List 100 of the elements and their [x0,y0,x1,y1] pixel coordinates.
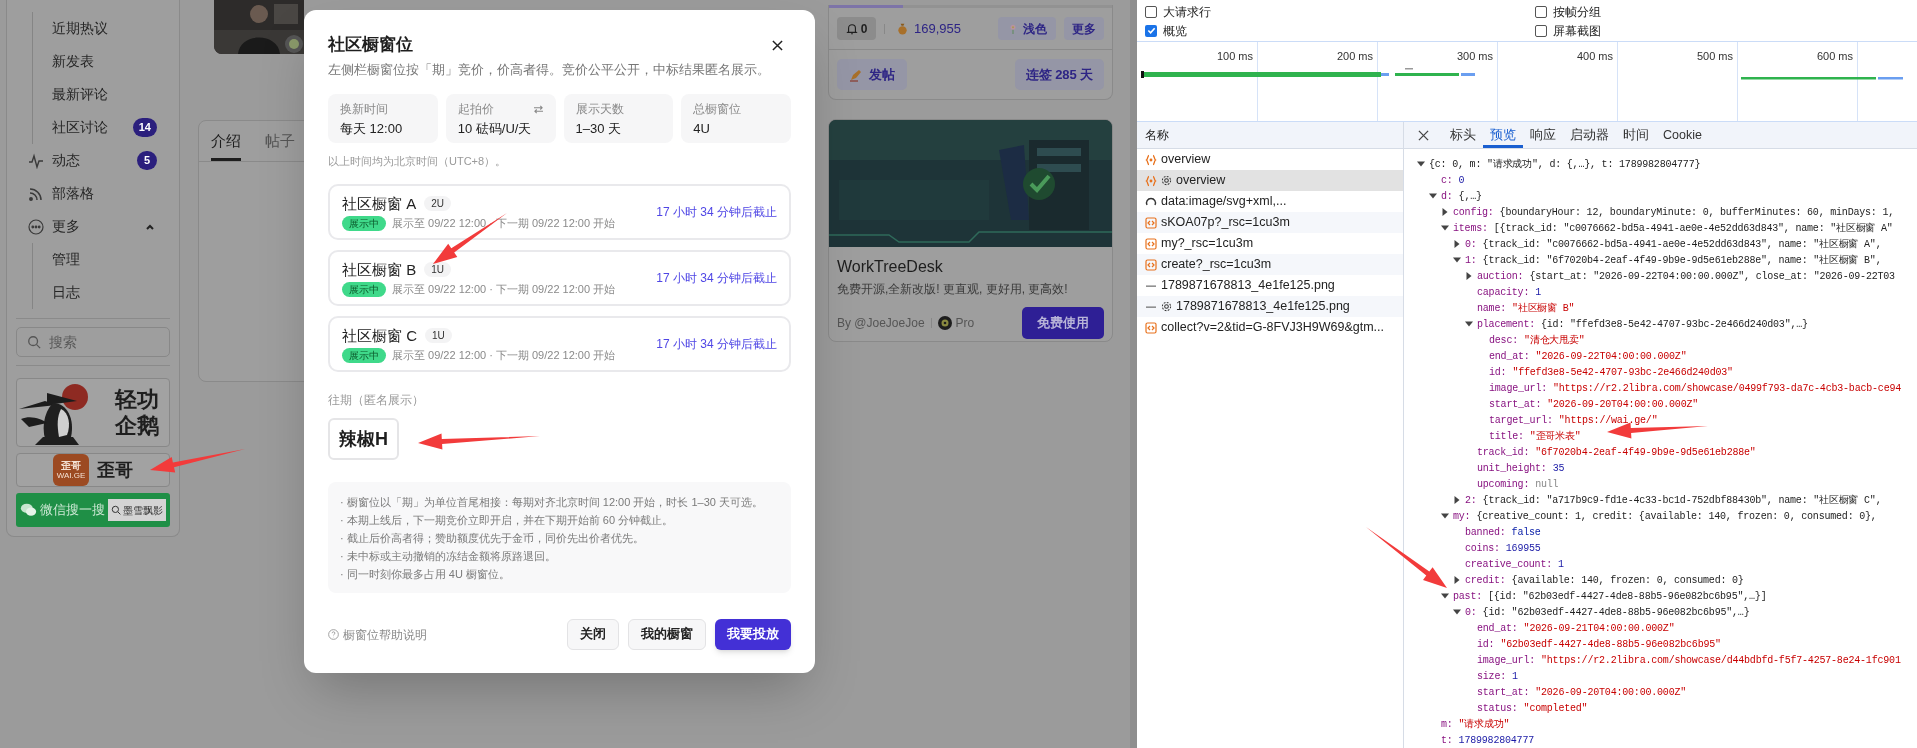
dialog-button[interactable]: 我要投放 [715,619,791,650]
nav-link[interactable]: 管理 [52,249,80,270]
chat-bubbles-icon [20,501,37,519]
stat-value: 每天 12:00 [340,120,404,137]
checkbox[interactable] [1145,5,1157,18]
panel-tab[interactable]: Cookie [1656,122,1709,148]
json-key: m: [1441,716,1453,732]
money-bag-icon [896,22,909,35]
slot-name: 社区橱窗 A [342,193,417,213]
close-icon[interactable] [1418,129,1429,141]
panel-tab[interactable]: 响应 [1523,122,1563,148]
coin-balance: 169,955 [914,19,961,38]
dialog-button[interactable]: 关闭 [567,619,619,650]
checkbox[interactable] [1535,24,1547,37]
panel-tab[interactable]: 标头 [1443,122,1483,148]
past-thumbnail[interactable]: 辣椒H [328,418,399,460]
request-row[interactable]: overview [1137,170,1403,191]
nav-link[interactable]: 日志 [52,282,80,303]
wechat-banner[interactable]: 微信搜一搜 墨雪飘影 [16,493,170,527]
json-value: "completed" [1523,701,1588,716]
help-link[interactable]: 橱窗位帮助说明 [343,625,427,644]
nav-link[interactable]: 近期热议 [52,18,108,39]
rule-text: · 橱窗位以「期」为单位首尾相接：每期对齐北京时间 12:00 开始，时长 1–30 天可选。 [340,495,764,510]
size-badge: 1U [424,261,451,277]
request-row[interactable]: 1789871678813_4e1fe125.png [1137,296,1403,317]
json-key: desc: [1489,332,1518,348]
slot-card[interactable]: 社区橱窗 C 1U 展示中 展示至 09/22 12:00 · 下一期 09/22 12:00 开始 17 小时 34 分钟后截止 [328,316,791,372]
json-value: "2026-09-22T04:00:00.000Z" [1535,349,1687,364]
json-value: "社区橱窗 B" [1512,301,1575,316]
help-icon [328,629,339,640]
json-key: placement: [1477,316,1535,332]
nav-link[interactable]: 部落格 [52,183,94,204]
use-free-button[interactable]: 免费使用 [1022,307,1104,339]
sponsor-banner[interactable]: 轻功 企鹅 [16,378,170,447]
notification-button[interactable]: 0 [837,17,876,40]
nav-link[interactable]: 社区讨论 [52,117,108,138]
expand-arrow-icon[interactable] [1453,496,1461,504]
tier-label: Pro [955,315,975,332]
json-key: 0: [1465,236,1477,252]
expand-arrow-icon[interactable] [1441,512,1449,520]
json-value: "2026-09-20T04:00:00.000Z" [1535,685,1687,700]
expand-arrow-icon[interactable] [1429,192,1437,200]
profile-tab[interactable]: 介绍 [211,121,241,161]
expand-arrow-icon[interactable] [1441,224,1449,232]
json-value: false [1511,525,1541,540]
json-key: creative_count: [1465,556,1552,572]
theme-button[interactable]: 浅色 [998,17,1056,40]
expand-arrow-icon[interactable] [1441,592,1449,600]
dialog-button[interactable]: 我的橱窗 [628,619,706,650]
panel-tab[interactable]: 预览 [1483,122,1523,148]
bell-icon [845,22,858,35]
request-row[interactable]: create?_rsc=1cu3m [1137,254,1403,275]
nav-link[interactable]: 最新评论 [52,84,108,105]
nav-link[interactable]: 新发表 [52,51,94,72]
panel-tab[interactable]: 启动器 [1563,122,1616,148]
expand-arrow-icon[interactable] [1417,160,1425,168]
json-key: config: [1453,204,1494,220]
json-value: {c: 0, m: "请求成功", d: {,…}, t: 1789982804777} [1429,157,1701,172]
json-value: 1 [1535,285,1542,300]
ad-title: WorkTreeDesk [837,257,944,277]
checkbox-label: 概览 [1163,22,1187,40]
expand-arrow-icon[interactable] [1453,576,1461,584]
json-key: upcoming: [1477,476,1530,492]
column-header: 名称 [1145,127,1169,144]
timeline-tick: 600 ms [1816,50,1853,64]
status-badge: 展示中 [342,215,386,231]
expand-arrow-icon[interactable] [1453,608,1461,616]
expand-arrow-icon[interactable] [1453,240,1461,248]
json-value: 1789982804777 [1458,733,1535,748]
count-badge: 14 [132,118,157,137]
panel-tab[interactable]: 时间 [1616,122,1656,148]
swap-icon[interactable] [532,104,544,114]
checkbox[interactable] [1535,5,1547,18]
request-name: create?_rsc=1cu3m [1161,256,1272,274]
checkbox[interactable] [1145,24,1157,37]
json-value: {id: "62b03edf-4427-4de8-88b5-96e082bc6b95",…} [1482,605,1750,620]
slot-card[interactable]: 社区橱窗 B 1U 展示中 展示至 09/22 12:00 · 下一期 09/22 12:00 开始 17 小时 34 分钟后截止 [328,250,791,306]
json-value: "清仓大甩卖" [1524,333,1585,348]
checkin-button[interactable]: 连签 285 天 [1015,59,1104,90]
json-key: 0: [1465,604,1477,620]
request-name: sKOA07p?_rsc=1cu3m [1161,214,1290,232]
json-value: {boundaryHour: 12, boundaryMinute: 0, bufferMinutes: 60, minDays: 1, [1499,205,1895,220]
deadline-text: 17 小时 34 分钟后截止 [656,270,777,287]
expand-arrow-icon[interactable] [1441,208,1449,216]
json-key: image_url: [1489,380,1547,396]
post-button[interactable]: 发帖 [837,59,907,90]
expand-arrow-icon[interactable] [1465,272,1473,280]
close-icon[interactable] [772,39,783,51]
slot-card[interactable]: 社区橱窗 A 2U 展示中 展示至 09/22 12:00 · 下一期 09/22 12:00 开始 17 小时 34 分钟后截止 [328,184,791,240]
nav-link[interactable]: 更多 [52,216,80,237]
nav-link[interactable]: 动态 [52,150,80,171]
request-row[interactable]: sKOA07p?_rsc=1cu3m [1137,212,1403,233]
json-value: "2026-09-21T04:00:00.000Z" [1523,621,1675,636]
expand-arrow-icon[interactable] [1453,256,1461,264]
more-button[interactable]: 更多 [1064,17,1104,40]
timezone-note: 以上时间均为北京时间（UTC+8）。 [328,154,508,169]
expand-arrow-icon[interactable] [1465,320,1473,328]
timeline-tick: 400 ms [1576,50,1613,64]
json-value: {track_id: "a717b9c9-fd1e-4c33-bc1d-752dbf88430b", name: "社区橱窗 C", [1482,493,1882,508]
sponsor-banner[interactable]: 歪哥 WAI.GE 歪哥 [16,453,170,487]
